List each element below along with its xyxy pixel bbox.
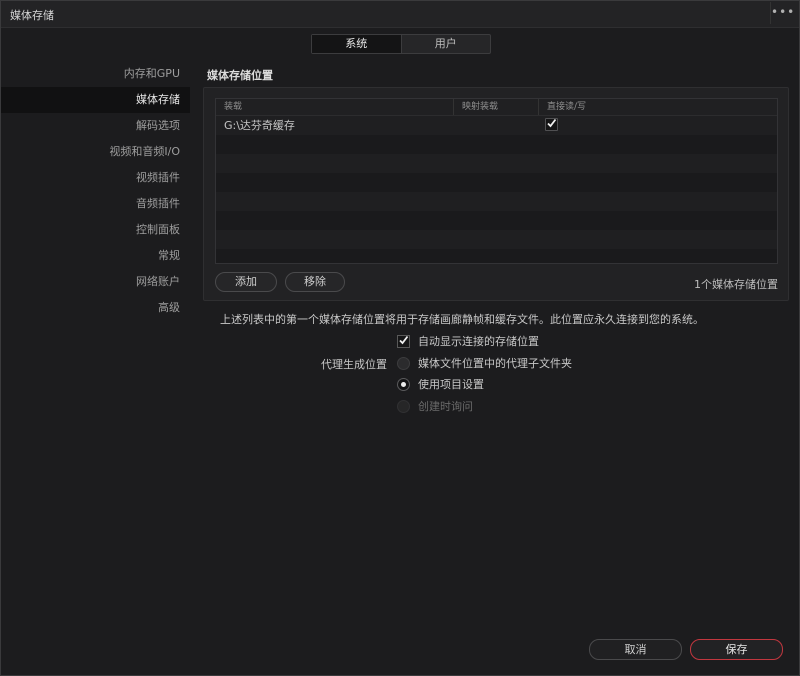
storage-note: 上述列表中的第一个媒体存储位置将用于存储画廊静帧和缓存文件。此位置应永久连接到您… (220, 313, 704, 326)
sidebar-item-advanced[interactable]: 高级 (1, 295, 190, 321)
add-button[interactable]: 添加 (215, 272, 277, 292)
radio-project-settings[interactable] (397, 377, 410, 391)
proxy-option-ask-on-create: 创建时询问 (397, 399, 473, 413)
table-row (216, 230, 777, 249)
save-button[interactable]: 保存 (690, 639, 783, 660)
tab-system[interactable]: 系统 (312, 35, 401, 53)
proxy-location-label: 代理生成位置 (321, 358, 387, 371)
auto-show-label: 自动显示连接的存储位置 (418, 335, 539, 348)
tab-user[interactable]: 用户 (400, 35, 491, 53)
column-mapped-mount[interactable]: 映射装载 (453, 99, 538, 115)
mapped-mount (453, 116, 538, 135)
title-bar: 媒体存储 ••• (1, 1, 799, 28)
table-row (216, 249, 777, 263)
proxy-option-project-settings[interactable]: 使用项目设置 (397, 377, 484, 391)
preferences-tab-switch: 系统 用户 (311, 34, 491, 54)
checkmark-icon (547, 118, 557, 128)
sidebar-item-general[interactable]: 常规 (1, 243, 190, 269)
column-mount[interactable]: 装载 (216, 99, 453, 115)
mount-path: G:\达芬奇缓存 (224, 119, 295, 132)
more-options-icon[interactable]: ••• (770, 2, 794, 24)
table-body: G:\达芬奇缓存 (216, 116, 777, 263)
sidebar: 内存和GPU 媒体存储 解码选项 视频和音频I/O 视频插件 音频插件 控制面板… (1, 61, 190, 321)
sidebar-item-network-accounts[interactable]: 网络账户 (1, 269, 190, 295)
table-row (216, 154, 777, 173)
remove-button[interactable]: 移除 (285, 272, 345, 292)
radio-subfolder[interactable] (397, 356, 410, 370)
table-row (216, 192, 777, 211)
table-row (216, 173, 777, 192)
preferences-window: 媒体存储 ••• 系统 用户 内存和GPU 媒体存储 解码选项 视频和音频I/O… (0, 0, 800, 676)
table-row (216, 135, 777, 154)
radio-ask-on-create-label: 创建时询问 (418, 400, 473, 413)
storage-count: 1个媒体存储位置 (694, 278, 778, 291)
sidebar-item-decode-options[interactable]: 解码选项 (1, 113, 190, 139)
storage-table: 装载 映射装载 直接读/写 G:\达芬奇缓存 (215, 98, 778, 264)
window-title: 媒体存储 (10, 9, 54, 22)
table-row (216, 211, 777, 230)
proxy-option-subfolder[interactable]: 媒体文件位置中的代理子文件夹 (397, 356, 572, 370)
cancel-button[interactable]: 取消 (589, 639, 682, 660)
sidebar-item-control-panels[interactable]: 控制面板 (1, 217, 190, 243)
radio-ask-on-create (397, 399, 410, 413)
direct-rw-cell (538, 116, 777, 135)
sidebar-item-video-audio-io[interactable]: 视频和音频I/O (1, 139, 190, 165)
table-header: 装载 映射装载 直接读/写 (216, 99, 777, 116)
sidebar-item-memory-gpu[interactable]: 内存和GPU (1, 61, 190, 87)
column-direct-rw[interactable]: 直接读/写 (538, 99, 777, 115)
table-row[interactable]: G:\达芬奇缓存 (216, 116, 777, 135)
radio-subfolder-label: 媒体文件位置中的代理子文件夹 (418, 357, 572, 370)
sidebar-item-video-plugins[interactable]: 视频插件 (1, 165, 190, 191)
radio-project-settings-label: 使用项目设置 (418, 378, 484, 391)
direct-rw-checkbox[interactable] (545, 118, 558, 131)
auto-show-checkbox[interactable] (397, 334, 410, 348)
storage-panel: 装载 映射装载 直接读/写 G:\达芬奇缓存 添加 移除 1个媒体存储位置 (203, 87, 789, 301)
sidebar-item-audio-plugins[interactable]: 音频插件 (1, 191, 190, 217)
auto-show-option[interactable]: 自动显示连接的存储位置 (397, 334, 539, 348)
section-title: 媒体存储位置 (207, 69, 273, 82)
checkmark-icon (399, 335, 409, 344)
sidebar-item-media-storage[interactable]: 媒体存储 (1, 87, 190, 113)
